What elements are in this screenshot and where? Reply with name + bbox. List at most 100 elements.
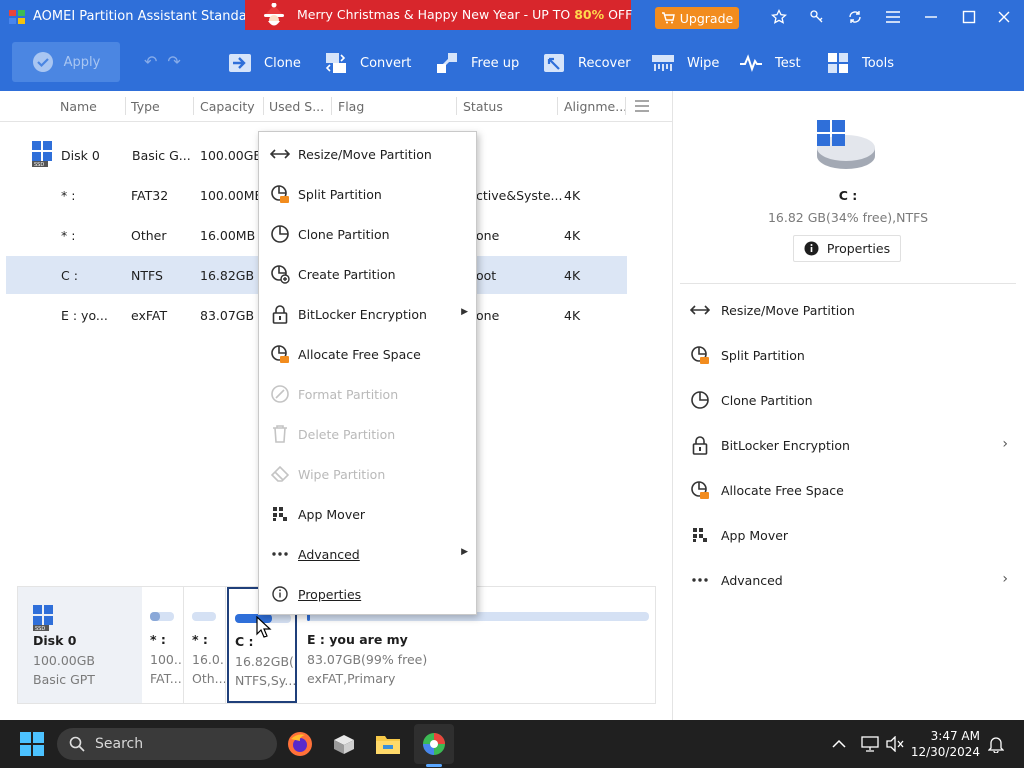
key-icon[interactable] bbox=[807, 7, 827, 27]
column-settings-icon[interactable] bbox=[634, 99, 650, 113]
column-header-status[interactable]: Status bbox=[463, 99, 503, 114]
speaker-muted-icon[interactable] bbox=[885, 734, 905, 754]
aomei-taskbar-icon[interactable] bbox=[418, 728, 450, 760]
undo-icon[interactable]: ↶ bbox=[144, 52, 167, 71]
partition-size: 83.07GB(99% free) bbox=[307, 652, 428, 667]
maximize-icon[interactable] bbox=[959, 7, 979, 27]
toolbar-clone-button[interactable]: Clone bbox=[228, 49, 301, 77]
clock-date: 12/30/2024 bbox=[910, 745, 980, 759]
action-resize-move-partition[interactable]: Resize/Move Partition bbox=[689, 295, 1014, 325]
menu-item-app-mover[interactable]: App Mover bbox=[259, 494, 476, 534]
network-icon[interactable] bbox=[860, 734, 880, 754]
menu-item-advanced[interactable]: Advanced ▶ bbox=[259, 534, 476, 574]
search-icon bbox=[69, 736, 85, 752]
apply-button[interactable]: Apply bbox=[12, 42, 120, 82]
main-toolbar: Apply ↶↷ Clone Convert Free up Recover W… bbox=[0, 34, 1024, 91]
menu-item-clone-partition[interactable]: Clone Partition bbox=[259, 214, 476, 254]
redo-icon[interactable]: ↷ bbox=[167, 52, 190, 71]
firefox-icon[interactable] bbox=[284, 728, 316, 760]
promo-banner[interactable]: Merry Christmas & Happy New Year - UP TO… bbox=[245, 0, 632, 30]
panel-divider bbox=[672, 91, 673, 720]
taskbar-clock[interactable]: 3:47 AM 12/30/2024 bbox=[910, 728, 980, 760]
disk-map-name: Disk 0 bbox=[33, 633, 77, 648]
chevron-up-icon[interactable] bbox=[829, 734, 849, 754]
column-divider[interactable] bbox=[625, 97, 626, 115]
notification-bell-icon[interactable] bbox=[986, 734, 1006, 754]
action-app-mover[interactable]: App Mover bbox=[689, 520, 1014, 550]
disk-map-disk-info[interactable]: SSD Disk 0 100.00GB Basic GPT bbox=[18, 587, 142, 703]
action-allocate-free-space[interactable]: Allocate Free Space bbox=[689, 475, 1014, 505]
action-advanced[interactable]: Advanced › bbox=[689, 565, 1014, 595]
menu-item-properties[interactable]: Properties bbox=[259, 574, 476, 614]
santa-icon bbox=[264, 3, 284, 26]
action-bitlocker-encryption[interactable]: BitLocker Encryption › bbox=[689, 430, 1014, 460]
action-split-partition[interactable]: Split Partition bbox=[689, 340, 1014, 370]
selected-partition-name: C : bbox=[838, 188, 858, 203]
minimize-icon[interactable] bbox=[921, 7, 941, 27]
partition-fs: FAT... bbox=[150, 671, 182, 686]
taskbar-search[interactable]: Search bbox=[57, 728, 277, 760]
row-type: NTFS bbox=[131, 268, 163, 283]
refresh-icon[interactable] bbox=[845, 7, 865, 27]
window-title: AOMEI Partition Assistant Standa... bbox=[33, 9, 260, 24]
ssd-disk-icon: SSD bbox=[32, 141, 52, 167]
allocate-icon bbox=[270, 344, 290, 364]
package-app-icon[interactable] bbox=[328, 728, 360, 760]
toolbar-recover-button[interactable]: Recover bbox=[542, 49, 631, 77]
toolbar-convert-button[interactable]: Convert bbox=[324, 49, 411, 77]
menu-item-format-partition: Format Partition bbox=[259, 374, 476, 414]
partition-size: 100.... bbox=[150, 652, 183, 667]
column-header-type[interactable]: Type bbox=[131, 99, 160, 114]
column-divider[interactable] bbox=[125, 97, 126, 115]
windows-start-icon[interactable] bbox=[20, 732, 44, 756]
partition-fs: exFAT,Primary bbox=[307, 671, 396, 686]
partition-size: 16.82GB(... bbox=[235, 654, 295, 669]
disk-map-partition[interactable]: * : 16.0... Oth... bbox=[186, 587, 226, 703]
row-status: one bbox=[476, 228, 500, 243]
row-type: exFAT bbox=[131, 308, 168, 323]
tools-icon bbox=[828, 53, 848, 73]
column-divider[interactable] bbox=[263, 97, 264, 115]
disk-map-partition[interactable]: * : 100.... FAT... bbox=[144, 587, 184, 703]
column-header-flag[interactable]: Flag bbox=[338, 99, 364, 114]
menu-item-split-partition[interactable]: Split Partition bbox=[259, 174, 476, 214]
column-divider[interactable] bbox=[456, 97, 457, 115]
column-divider[interactable] bbox=[331, 97, 332, 115]
row-status: ctive&Syste... bbox=[476, 188, 563, 203]
properties-button[interactable]: Properties bbox=[793, 235, 901, 262]
allocate-icon bbox=[689, 479, 711, 501]
row-name: * : bbox=[61, 188, 76, 203]
menu-item-allocate-free-space[interactable]: Allocate Free Space bbox=[259, 334, 476, 374]
toolbar-wipe-button[interactable]: Wipe bbox=[651, 49, 719, 77]
toolbar-free-up-button[interactable]: Free up bbox=[435, 49, 519, 77]
column-divider[interactable] bbox=[193, 97, 194, 115]
action-clone-partition[interactable]: Clone Partition bbox=[689, 385, 1014, 415]
menu-item-create-partition[interactable]: Create Partition bbox=[259, 254, 476, 294]
column-header-name[interactable]: Name bbox=[60, 99, 97, 114]
create-partition-icon bbox=[270, 264, 290, 284]
selected-partition-info: 16.82 GB(34% free),NTFS bbox=[767, 210, 929, 225]
partition-context-menu: Resize/Move Partition Split Partition Cl… bbox=[258, 131, 477, 615]
row-capacity: 16.82GB bbox=[200, 268, 255, 283]
column-header-alignment[interactable]: Alignme... bbox=[564, 99, 627, 114]
toolbar-tools-button[interactable]: Tools bbox=[826, 49, 894, 77]
partition-table-header: Name Type Capacity Used S... Flag Status… bbox=[0, 91, 672, 122]
partition-usage-bar bbox=[150, 612, 174, 621]
column-divider[interactable] bbox=[557, 97, 558, 115]
upgrade-button[interactable]: Upgrade bbox=[655, 7, 739, 29]
file-explorer-icon[interactable] bbox=[372, 728, 404, 760]
toolbar-test-button[interactable]: Test bbox=[739, 49, 801, 77]
disk-map-type: Basic GPT bbox=[33, 672, 95, 687]
row-status: one bbox=[476, 308, 500, 323]
lock-icon bbox=[270, 304, 290, 324]
menu-icon[interactable] bbox=[883, 7, 903, 27]
menu-item-resize-move-partition[interactable]: Resize/Move Partition bbox=[259, 134, 476, 174]
chevron-right-icon: › bbox=[1002, 571, 1008, 587]
menu-item-bitlocker-encryption[interactable]: BitLocker Encryption ▶ bbox=[259, 294, 476, 334]
star-icon[interactable] bbox=[769, 7, 789, 27]
column-header-used-space[interactable]: Used S... bbox=[269, 99, 324, 114]
split-icon bbox=[689, 344, 711, 366]
close-icon[interactable] bbox=[994, 7, 1014, 27]
resize-icon bbox=[270, 144, 290, 164]
column-header-capacity[interactable]: Capacity bbox=[200, 99, 255, 114]
